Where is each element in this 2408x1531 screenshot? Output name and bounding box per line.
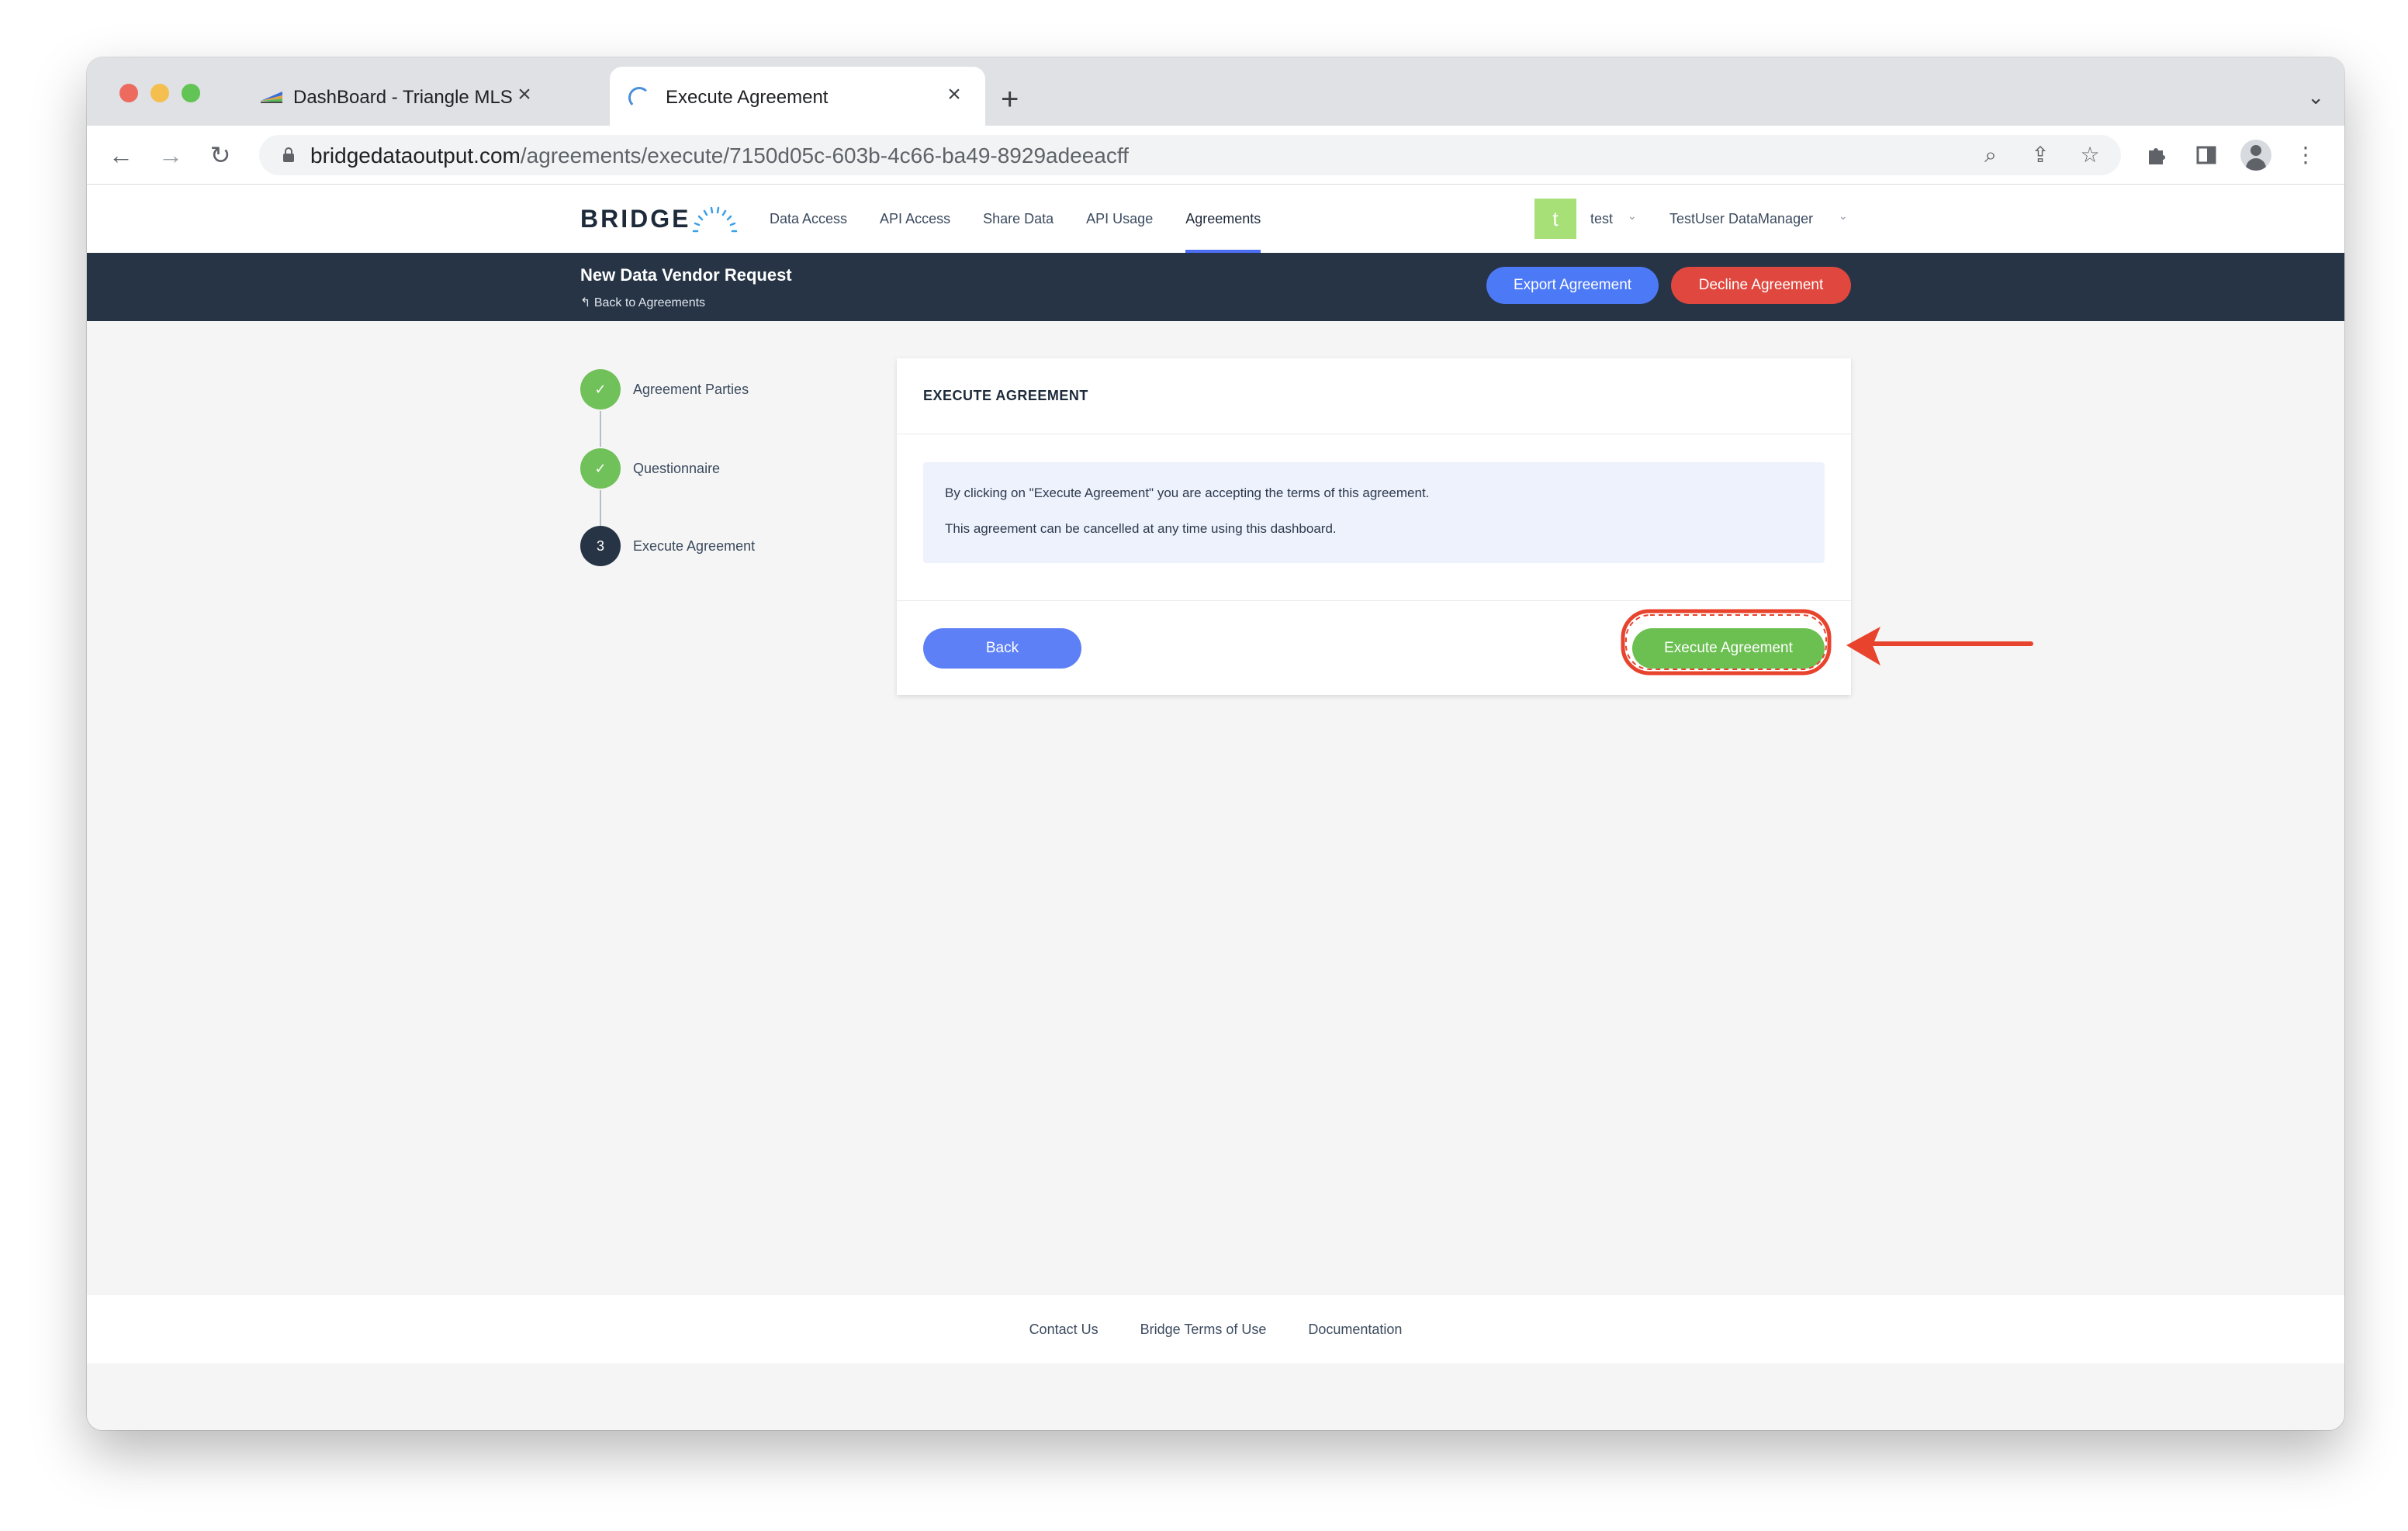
nav-data-access[interactable]: Data Access: [770, 185, 847, 253]
site-footer: Contact Us Bridge Terms of Use Documenta…: [87, 1295, 2344, 1363]
agreement-notice: By clicking on "Execute Agreement" you a…: [923, 462, 1825, 563]
footer-link-contact[interactable]: Contact Us: [1029, 1322, 1098, 1338]
footer-links: Contact Us Bridge Terms of Use Documenta…: [87, 1295, 2344, 1363]
step-label: Agreement Parties: [633, 382, 749, 397]
chevron-down-icon[interactable]: ⌄: [1839, 209, 1848, 223]
notice-line: By clicking on "Execute Agreement" you a…: [945, 486, 1430, 500]
forward-arrow-icon[interactable]: →: [155, 140, 186, 171]
side-panel-icon[interactable]: [2192, 141, 2220, 169]
step-execute-agreement[interactable]: 3 Execute Agreement: [580, 526, 829, 566]
card-header: EXECUTE AGREEMENT: [897, 358, 1851, 434]
account-menu[interactable]: TestUser DataManager: [1669, 211, 1813, 227]
tab-title: DashBoard - Triangle MLS: [293, 87, 513, 108]
user-menu[interactable]: test: [1590, 211, 1613, 227]
tab-execute-agreement[interactable]: Execute Agreement ×: [610, 67, 985, 126]
user-avatar[interactable]: t: [1534, 199, 1576, 239]
step-agreement-parties[interactable]: ✓ Agreement Parties: [580, 369, 829, 410]
nav-api-access[interactable]: API Access: [880, 185, 950, 253]
bridge-logo-arc-icon: [692, 206, 738, 233]
maximize-window-button[interactable]: [182, 84, 200, 102]
share-icon[interactable]: ⇪: [2028, 143, 2053, 168]
tab-strip: DashBoard - Triangle MLS × Execute Agree…: [87, 57, 2344, 126]
export-agreement-button[interactable]: Export Agreement: [1486, 267, 1659, 304]
decline-agreement-button[interactable]: Decline Agreement: [1671, 267, 1851, 304]
nav-agreements[interactable]: Agreements: [1185, 185, 1261, 253]
site-header: BRIDGE Data Access API Access Share Data…: [87, 185, 2344, 253]
url-text: bridgedataoutput.com/agreements/execute/…: [310, 143, 1129, 168]
url-path: /agreements/execute/7150d05c-603b-4c66-b…: [520, 143, 1129, 168]
close-window-button[interactable]: [119, 84, 138, 102]
step-connector: [600, 411, 601, 447]
plus-icon[interactable]: +: [1001, 84, 1019, 115]
close-tab-icon[interactable]: ×: [942, 82, 967, 107]
address-bar[interactable]: bridgedataoutput.com/agreements/execute/…: [259, 135, 2121, 175]
minimize-window-button[interactable]: [150, 84, 169, 102]
step-number: 3: [580, 526, 621, 566]
check-icon: ✓: [580, 448, 621, 489]
back-link-label: Back to Agreements: [593, 296, 706, 309]
execute-agreement-button[interactable]: Execute Agreement: [1632, 628, 1825, 669]
check-icon: ✓: [580, 369, 621, 410]
step-label: Execute Agreement: [633, 538, 756, 554]
execute-agreement-card: EXECUTE AGREEMENT By clicking on "Execut…: [897, 358, 1851, 695]
page-title: New Data Vendor Request: [580, 265, 792, 285]
footer-link-documentation[interactable]: Documentation: [1308, 1322, 1402, 1338]
chevron-down-icon[interactable]: ⌄: [2307, 85, 2324, 109]
zoom-icon[interactable]: ⌕: [1978, 143, 2003, 168]
step-connector: [600, 490, 601, 526]
back-arrow-icon[interactable]: ←: [106, 140, 137, 171]
more-menu-icon[interactable]: ⋮: [2292, 141, 2320, 169]
step-questionnaire[interactable]: ✓ Questionnaire: [580, 448, 829, 489]
notice-line: This agreement can be cancelled at any t…: [945, 521, 1337, 536]
nav-api-usage[interactable]: API Usage: [1086, 185, 1153, 253]
bridge-logo[interactable]: BRIDGE: [580, 205, 690, 233]
back-arrow-icon: ↰: [580, 296, 594, 309]
url-host: bridgedataoutput.com: [310, 143, 521, 168]
main-nav: Data Access API Access Share Data API Us…: [770, 185, 1293, 253]
footer-link-terms[interactable]: Bridge Terms of Use: [1140, 1322, 1267, 1338]
chevron-down-icon[interactable]: ⌄: [1628, 209, 1637, 223]
divider: [897, 600, 1851, 601]
triangle-mls-favicon-icon: [261, 92, 282, 103]
reload-icon[interactable]: ↻: [205, 140, 236, 171]
profile-avatar-icon[interactable]: [2240, 140, 2271, 171]
back-to-agreements-link[interactable]: ↰ Back to Agreements: [580, 295, 705, 310]
loading-spinner-icon: [628, 87, 650, 109]
page-subheader: New Data Vendor Request ↰ Back to Agreem…: [87, 253, 2344, 321]
close-tab-icon[interactable]: ×: [512, 82, 537, 107]
browser-toolbar: ← → ↻ bridgedataoutput.com/agreements/ex…: [87, 126, 2344, 185]
web-page: BRIDGE Data Access API Access Share Data…: [87, 185, 2344, 1430]
extensions-puzzle-icon[interactable]: [2143, 141, 2171, 169]
nav-share-data[interactable]: Share Data: [983, 185, 1054, 253]
back-button[interactable]: Back: [923, 628, 1081, 669]
tab-title: Execute Agreement: [666, 87, 829, 108]
step-label: Questionnaire: [633, 461, 721, 476]
card-title: EXECUTE AGREEMENT: [923, 388, 1088, 403]
browser-window: DashBoard - Triangle MLS × Execute Agree…: [87, 57, 2344, 1430]
lock-icon: [283, 147, 294, 162]
bookmark-star-icon[interactable]: ☆: [2078, 143, 2102, 168]
